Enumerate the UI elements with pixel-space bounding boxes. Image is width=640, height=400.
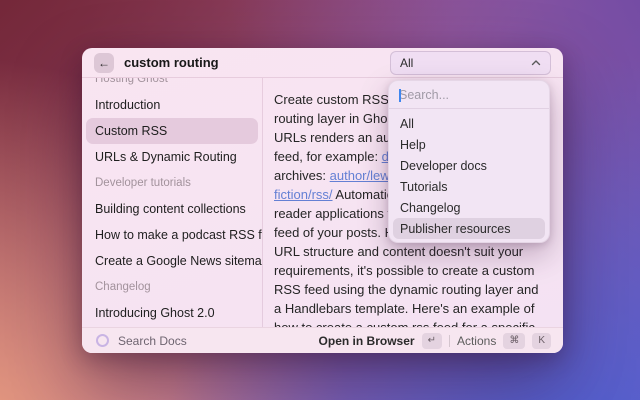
modal-header: ← custom routing All (82, 48, 563, 78)
category-dropdown-panel: All Help Developer docs Tutorials Change… (388, 80, 550, 243)
search-docs-modal: ← custom routing All Hosting Ghost Intro… (82, 48, 563, 353)
results-sidebar: Hosting Ghost Introduction Custom RSS UR… (82, 78, 263, 327)
back-button[interactable]: ← (94, 53, 114, 73)
cmd-key-badge: ⌘ (503, 333, 525, 349)
footer-divider (449, 335, 450, 347)
sidebar-section-changelog: Changelog (86, 274, 258, 300)
sidebar-item-urls-dynamic-routing[interactable]: URLs & Dynamic Routing (86, 144, 258, 170)
desktop-background: ← custom routing All Hosting Ghost Intro… (0, 0, 640, 400)
k-key-badge: K (532, 333, 551, 349)
preview-link-fiction-rss[interactable]: fiction/rss/ (274, 187, 333, 202)
sidebar-item-building-content-collections[interactable]: Building content collections (86, 196, 258, 222)
sidebar-item-custom-rss[interactable]: Custom RSS (86, 118, 258, 144)
chevron-up-icon (531, 59, 541, 66)
footer-actions: Open in Browser ↵ Actions ⌘ K (319, 333, 551, 349)
sidebar-section-hosting-ghost: Hosting Ghost (86, 78, 258, 92)
footer-brand: Search Docs (96, 334, 187, 348)
dropdown-options-list: All Help Developer docs Tutorials Change… (389, 109, 549, 243)
filter-selected-label: All (400, 56, 413, 70)
footer-brand-label: Search Docs (118, 334, 187, 348)
enter-key-badge: ↵ (422, 333, 442, 349)
sidebar-item-introduction[interactable]: Introduction (86, 92, 258, 118)
page-title: custom routing (124, 55, 219, 70)
sidebar-item-podcast-rss-feed[interactable]: How to make a podcast RSS feed (86, 222, 258, 248)
sidebar-item-google-news-sitemap[interactable]: Create a Google News sitemap (86, 248, 258, 274)
dropdown-search-row (389, 81, 549, 109)
sidebar-item-introducing-ghost-2-0[interactable]: Introducing Ghost 2.0 (86, 300, 258, 326)
dropdown-search-input[interactable] (399, 88, 539, 102)
sidebar-section-developer-tutorials: Developer tutorials (86, 170, 258, 196)
dropdown-option-changelog[interactable]: Changelog (393, 197, 545, 218)
modal-footer: Search Docs Open in Browser ↵ Actions ⌘ … (82, 327, 563, 353)
dropdown-option-all[interactable]: All (393, 113, 545, 134)
back-arrow-icon: ← (98, 56, 110, 70)
actions-button[interactable]: Actions (457, 334, 496, 348)
category-filter-dropdown-button[interactable]: All (390, 51, 551, 75)
text-cursor (399, 89, 401, 102)
open-in-browser-button[interactable]: Open in Browser (319, 334, 415, 348)
dropdown-option-developer-docs[interactable]: Developer docs (393, 155, 545, 176)
dropdown-option-publisher-resources[interactable]: Publisher resources (393, 218, 545, 239)
search-docs-logo-icon (96, 334, 109, 347)
dropdown-option-help[interactable]: Help (393, 134, 545, 155)
results-list: Hosting Ghost Introduction Custom RSS UR… (86, 78, 258, 326)
dropdown-option-tutorials[interactable]: Tutorials (393, 176, 545, 197)
